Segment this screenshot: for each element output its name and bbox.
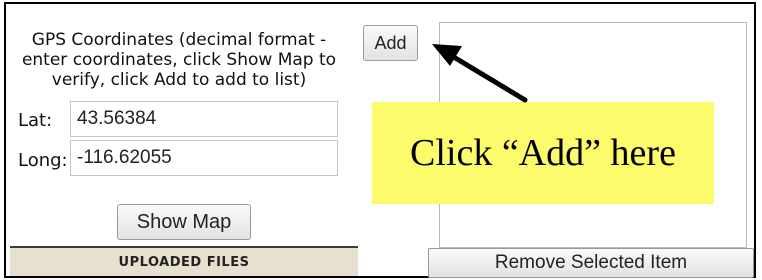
arrow-icon [432, 44, 528, 103]
